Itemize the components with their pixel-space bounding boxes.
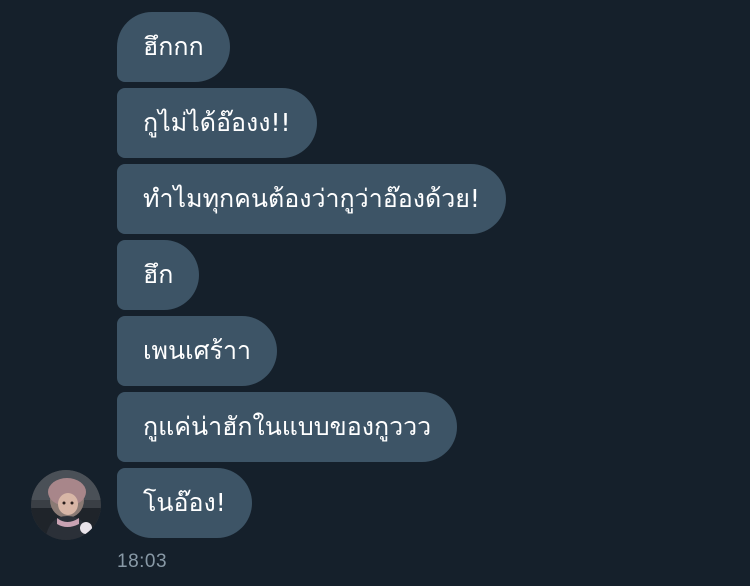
- sender-avatar[interactable]: [31, 470, 101, 540]
- message-bubble[interactable]: ฮึกกก: [117, 12, 230, 82]
- message-bubble[interactable]: ทำไมทุกคนต้องว่ากูว่าอ๊องด้วย!: [117, 164, 506, 234]
- user-avatar-photo-icon: [31, 470, 101, 540]
- message-bubble[interactable]: โนอ๊อง!: [117, 468, 252, 538]
- message-bubble[interactable]: กูแค่น่าฮักในแบบของกูววว: [117, 392, 458, 462]
- message-bubble[interactable]: กูไม่ได้อ๊องง!!: [117, 88, 317, 158]
- message-group: ฮึกกก กูไม่ได้อ๊องง!! ทำไมทุกคนต้องว่ากู…: [117, 12, 506, 538]
- message-bubble[interactable]: ฮึก: [117, 240, 200, 310]
- message-timestamp: 18:03: [117, 551, 168, 572]
- chat-thread: ฮึกกก กูไม่ได้อ๊องง!! ทำไมทุกคนต้องว่ากู…: [0, 0, 750, 586]
- message-bubble[interactable]: เพนเศร้าา: [117, 316, 278, 386]
